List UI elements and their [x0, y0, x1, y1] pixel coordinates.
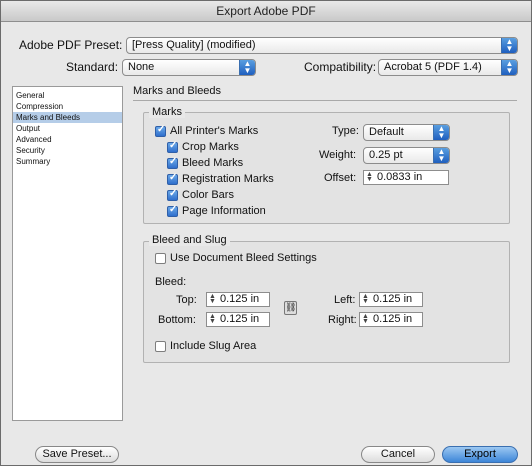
right-label: Right:	[328, 314, 357, 326]
use-document-bleed-checkbox[interactable]: Use Document Bleed Settings	[155, 252, 317, 264]
top-label: Top:	[176, 294, 197, 306]
weight-label: Weight:	[319, 149, 357, 161]
window-title: Export Adobe PDF	[1, 1, 531, 22]
bleed-bottom-field[interactable]: ▲ ▼ 0.125 in	[206, 312, 270, 327]
preset-row: Adobe PDF Preset:	[19, 38, 122, 52]
all-printers-marks-checkbox[interactable]: All Printer's Marks	[155, 124, 259, 137]
stepper-arrows-icon[interactable]: ▲ ▼	[208, 293, 217, 305]
registration-marks-checkbox[interactable]: Registration Marks	[167, 172, 274, 185]
cancel-button[interactable]: Cancel	[361, 446, 435, 463]
preset-popup[interactable]: [Press Quality] (modified) ▲ ▼	[126, 37, 518, 54]
checkbox-checked-icon	[167, 140, 178, 153]
stepper-arrows-icon[interactable]: ▲ ▼	[365, 171, 374, 183]
bleed-left-field[interactable]: ▲ ▼ 0.125 in	[359, 292, 423, 307]
color-bars-label: Color Bars	[182, 189, 234, 201]
include-slug-checkbox[interactable]: Include Slug Area	[155, 340, 256, 352]
bleed-top-value: 0.125 in	[220, 293, 260, 305]
weight-popup[interactable]: 0.25 pt ▲ ▼	[363, 147, 450, 164]
marks-group-title: Marks	[149, 106, 185, 118]
popup-arrows-icon: ▲ ▼	[239, 60, 255, 75]
preset-label: Adobe PDF Preset:	[19, 38, 123, 52]
compatibility-value: Acrobat 5 (PDF 1.4)	[384, 61, 482, 73]
type-label: Type:	[332, 125, 359, 137]
compatibility-label: Compatibility:	[304, 60, 377, 74]
page-information-checkbox[interactable]: Page Information	[167, 204, 266, 217]
bleed-right-value: 0.125 in	[373, 313, 413, 325]
bleed-label: Bleed:	[155, 276, 187, 288]
crop-marks-checkbox[interactable]: Crop Marks	[167, 140, 239, 153]
sidebar-item-security[interactable]: Security	[13, 145, 122, 156]
bleed-top-field[interactable]: ▲ ▼ 0.125 in	[206, 292, 270, 307]
stepper-arrows-icon[interactable]: ▲ ▼	[361, 313, 370, 325]
color-bars-checkbox[interactable]: Color Bars	[167, 188, 234, 201]
checkbox-unchecked-icon	[155, 340, 166, 352]
export-pdf-dialog: Export Adobe PDF Adobe PDF Preset: [Pres…	[0, 0, 532, 466]
checkbox-checked-icon	[167, 156, 178, 169]
weight-value: 0.25 pt	[369, 149, 403, 161]
stepper-arrows-icon[interactable]: ▲ ▼	[361, 293, 370, 305]
export-button[interactable]: Export	[442, 446, 518, 463]
sidebar-item-summary[interactable]: Summary	[13, 156, 122, 167]
left-label: Left:	[334, 294, 356, 306]
include-slug-label: Include Slug Area	[170, 340, 257, 352]
offset-field[interactable]: ▲ ▼ 0.0833 in	[363, 170, 449, 185]
compatibility-popup[interactable]: Acrobat 5 (PDF 1.4) ▲ ▼	[378, 59, 518, 76]
all-printers-marks-label: All Printer's Marks	[170, 125, 259, 137]
bleed-left-value: 0.125 in	[373, 293, 413, 305]
standard-value: None	[128, 61, 155, 73]
registration-marks-label: Registration Marks	[182, 173, 274, 185]
type-value: Default	[369, 126, 404, 138]
marks-bleeds-pane: Marks and Bleeds Marks All Printer's Mar…	[133, 83, 519, 425]
checkbox-checked-icon	[167, 172, 178, 185]
bleed-marks-label: Bleed Marks	[182, 157, 244, 169]
bleed-slug-group-title: Bleed and Slug	[149, 234, 230, 246]
bleed-marks-checkbox[interactable]: Bleed Marks	[167, 156, 244, 169]
category-sidebar: General Compression Marks and Bleeds Out…	[12, 86, 123, 421]
checkbox-checked-icon	[167, 204, 178, 217]
sidebar-item-compression[interactable]: Compression	[13, 101, 122, 112]
popup-arrows-icon: ▲ ▼	[433, 125, 449, 140]
type-popup[interactable]: Default ▲ ▼	[363, 124, 450, 141]
use-document-bleed-label: Use Document Bleed Settings	[170, 252, 317, 264]
save-preset-button[interactable]: Save Preset...	[35, 446, 119, 463]
bottom-label: Bottom:	[158, 314, 196, 326]
sidebar-item-advanced[interactable]: Advanced	[13, 134, 122, 145]
chain-link-icon[interactable]: ⛓	[284, 301, 297, 315]
sidebar-item-marks-and-bleeds[interactable]: Marks and Bleeds	[13, 112, 122, 123]
standard-label: Standard:	[66, 60, 119, 74]
compatibility-row: Compatibility:	[304, 60, 376, 74]
pane-title: Marks and Bleeds	[133, 85, 222, 97]
checkbox-checked-icon	[167, 188, 178, 201]
popup-arrows-icon: ▲ ▼	[501, 60, 517, 75]
offset-label: Offset:	[324, 172, 357, 184]
checkbox-checked-icon	[155, 124, 166, 137]
page-information-label: Page Information	[182, 205, 266, 217]
offset-value: 0.0833 in	[377, 171, 423, 183]
pane-divider	[133, 100, 517, 101]
popup-arrows-icon: ▲ ▼	[433, 148, 449, 163]
standard-popup[interactable]: None ▲ ▼	[122, 59, 256, 76]
stepper-arrows-icon[interactable]: ▲ ▼	[208, 313, 217, 325]
checkbox-unchecked-icon	[155, 252, 166, 264]
bleed-bottom-value: 0.125 in	[220, 313, 260, 325]
sidebar-item-output[interactable]: Output	[13, 123, 122, 134]
popup-arrows-icon: ▲ ▼	[501, 38, 517, 53]
preset-value: [Press Quality] (modified)	[132, 39, 256, 51]
bleed-right-field[interactable]: ▲ ▼ 0.125 in	[359, 312, 423, 327]
sidebar-item-general[interactable]: General	[13, 90, 122, 101]
standard-row: Standard:	[66, 60, 118, 74]
crop-marks-label: Crop Marks	[182, 141, 239, 153]
